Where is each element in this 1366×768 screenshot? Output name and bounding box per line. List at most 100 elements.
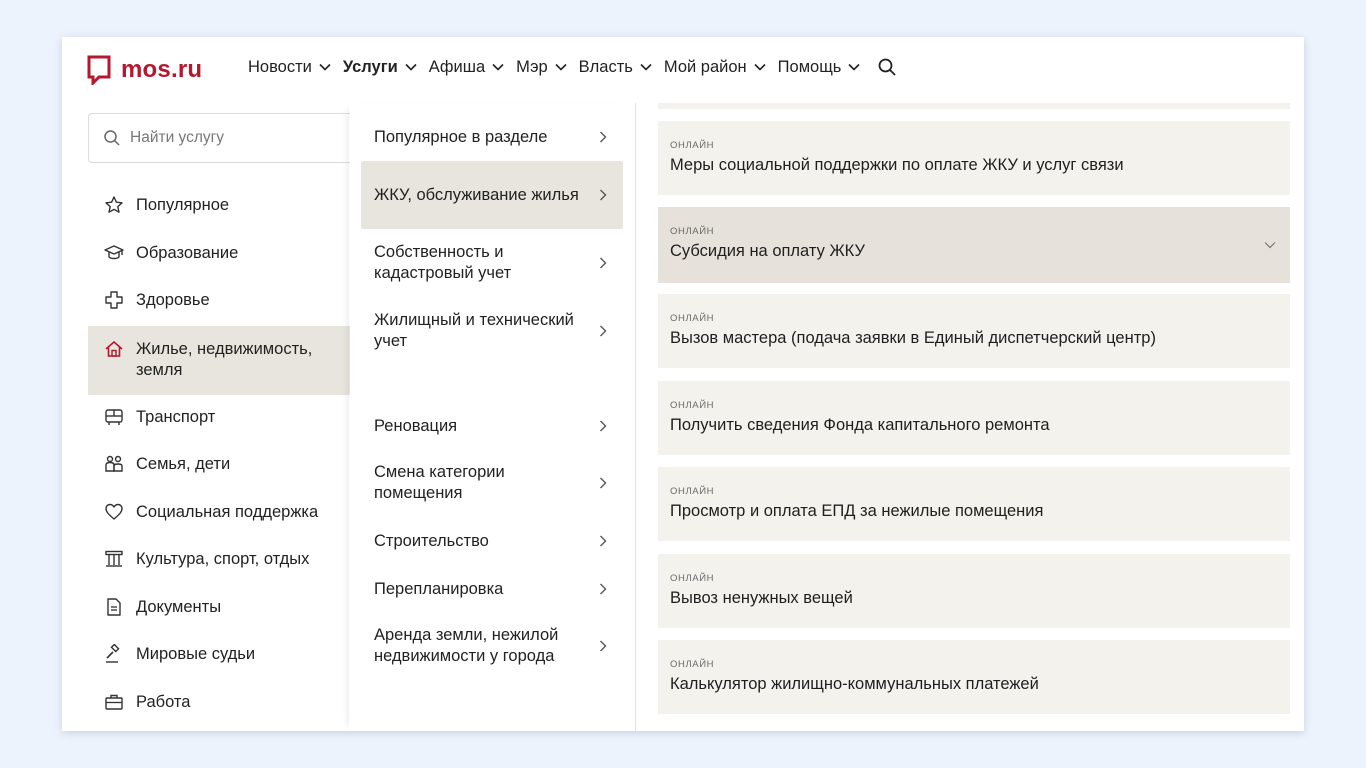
gavel-icon (106, 644, 120, 663)
subcategory-item-housing-utilities[interactable]: ЖКУ, обслуживание жилья (361, 161, 623, 229)
service-card[interactable]: онлайн Субсидия на оплату ЖКУ (658, 207, 1290, 283)
nav-item-government[interactable]: Власть (579, 58, 652, 77)
nav-item-mayor[interactable]: Мэр (516, 58, 567, 77)
subcategory-item-housing-technical-registry[interactable]: Жилищный и технический учет (361, 299, 623, 363)
medical-cross-icon (105, 291, 123, 309)
site-logo[interactable]: mos.ru (87, 55, 202, 85)
logo-text: mos.ru (121, 56, 203, 83)
heart-icon (105, 503, 123, 520)
search-icon (104, 130, 120, 146)
chevron-down-icon[interactable] (1264, 241, 1276, 249)
category-item-transport[interactable]: Транспорт (88, 395, 350, 443)
subcategory-label: Популярное в разделе (374, 127, 548, 146)
category-label: Популярное (136, 196, 230, 214)
subcategory-item-land-lease[interactable]: Аренда земли, нежилой недвижимости у гор… (361, 614, 623, 678)
service-card[interactable]: онлайн Вызов мастера (подача заявки в Ед… (658, 294, 1290, 368)
subcategory-item-renovation[interactable]: Реновация (361, 405, 623, 447)
category-item-social[interactable]: Социальная поддержка (88, 490, 350, 538)
category-label: Документы (136, 597, 222, 616)
subcategory-panel: Популярное в разделе ЖКУ, обслуживание ж… (349, 103, 636, 731)
chevron-down-icon (405, 63, 417, 71)
star-icon (105, 196, 123, 213)
service-search[interactable] (88, 113, 350, 163)
category-item-judges[interactable]: Мировые судьи (88, 632, 350, 680)
category-label: Здоровье (136, 291, 210, 309)
online-tag: онлайн (670, 486, 715, 497)
service-title: Просмотр и оплата ЕПД за нежилые помещен… (670, 502, 1044, 520)
service-card[interactable]: онлайн Меры социальной поддержки по опла… (658, 121, 1290, 195)
search-icon[interactable] (877, 57, 897, 77)
subcategory-label: Собственность и кадастровый учет (374, 243, 512, 282)
category-item-culture[interactable]: Культура, спорт, отдых (88, 537, 350, 585)
chevron-down-icon (640, 63, 652, 71)
chevron-right-icon (600, 640, 607, 652)
family-icon (105, 455, 123, 472)
online-tag: онлайн (670, 659, 715, 670)
category-label: Социальная поддержка (136, 502, 319, 521)
category-label: Семья, дети (136, 455, 231, 473)
subcategory-label: ЖКУ, обслуживание жилья (374, 185, 579, 204)
columns-icon (105, 550, 123, 567)
category-item-health[interactable]: Здоровье (88, 278, 350, 326)
chevron-right-icon (600, 325, 607, 337)
nav-item-label: Помощь (777, 57, 842, 76)
service-card[interactable]: онлайн Калькулятор жилищно-коммунальных … (658, 640, 1290, 714)
chevron-down-icon (319, 63, 331, 71)
subcategory-item-construction[interactable]: Строительство (361, 520, 623, 562)
category-item-work[interactable]: Работа (88, 680, 350, 728)
main-nav: Новости Услуги Афиша Мэр Власть Мой райо… (248, 57, 897, 77)
online-tag: онлайн (670, 140, 715, 151)
category-item-family[interactable]: Семья, дети (88, 442, 350, 490)
logo-speech-bubble-icon (87, 55, 111, 85)
nav-item-my-district[interactable]: Мой район (664, 58, 766, 77)
chevron-right-icon (600, 131, 607, 143)
service-list: онлайн Меры социальной поддержки по опла… (658, 103, 1290, 731)
briefcase-icon (105, 694, 123, 710)
nav-item-label: Мой район (663, 57, 747, 76)
service-title: Вывоз ненужных вещей (670, 589, 853, 607)
category-label: Образование (136, 243, 239, 262)
document-icon (107, 597, 121, 616)
service-card[interactable]: онлайн Вывоз ненужных вещей (658, 554, 1290, 628)
subcategory-item-redevelopment[interactable]: Перепланировка (361, 568, 623, 610)
category-item-documents[interactable]: Документы (88, 585, 350, 633)
subcategory-item-property-cadastre[interactable]: Собственность и кадастровый учет (361, 231, 623, 295)
service-card[interactable]: онлайн Получить сведения Фонда капитальн… (658, 381, 1290, 455)
subcategory-label: Аренда земли, нежилой недвижимости у гор… (374, 626, 559, 665)
category-label: Культура, спорт, отдых (136, 550, 310, 568)
subcategory-label: Реновация (374, 416, 458, 435)
online-tag: онлайн (670, 313, 715, 324)
subcategory-label: Жилищный и технический учет (374, 311, 574, 350)
service-card[interactable]: онлайн Просмотр и оплата ЕПД за нежилые … (658, 467, 1290, 541)
nav-item-label: Власть (578, 57, 633, 76)
subcategory-label: Строительство (374, 531, 489, 550)
nav-item-label: Услуги (342, 57, 398, 76)
online-tag: онлайн (670, 573, 715, 584)
service-title: Получить сведения Фонда капитального рем… (670, 416, 1050, 434)
house-icon (105, 340, 123, 357)
nav-item-services[interactable]: Услуги (343, 58, 417, 77)
category-label: Транспорт (136, 407, 216, 426)
nav-item-news[interactable]: Новости (248, 58, 331, 77)
nav-item-label: Афиша (428, 57, 486, 76)
chevron-down-icon (555, 63, 567, 71)
browser-page: mos.ru Новости Услуги Афиша Мэр Власть М… (62, 37, 1304, 731)
chevron-right-icon (600, 583, 607, 595)
nav-item-afisha[interactable]: Афиша (429, 58, 504, 77)
nav-item-help[interactable]: Помощь (778, 58, 861, 77)
category-item-popular[interactable]: Популярное (88, 183, 350, 231)
service-title: Субсидия на оплату ЖКУ (670, 242, 865, 260)
service-title: Вызов мастера (подача заявки в Единый ди… (670, 329, 1156, 347)
chevron-right-icon (600, 477, 607, 489)
subcategory-item-premises-category-change[interactable]: Смена категории помещения (361, 451, 623, 515)
nav-item-label: Мэр (516, 57, 548, 76)
chevron-down-icon (754, 63, 766, 71)
search-input[interactable] (130, 129, 330, 147)
subcategory-item-popular-in-section[interactable]: Популярное в разделе (361, 116, 623, 158)
category-item-education[interactable]: Образование (88, 231, 350, 279)
service-title: Калькулятор жилищно-коммунальных платеже… (670, 675, 1039, 693)
category-item-housing[interactable]: Жилье, недвижимость, земля (88, 325, 350, 395)
category-list: Популярное Образование Здоровье Жилье, н… (88, 183, 350, 727)
subcategory-label: Смена категории помещения (374, 463, 505, 502)
chevron-right-icon (600, 535, 607, 547)
